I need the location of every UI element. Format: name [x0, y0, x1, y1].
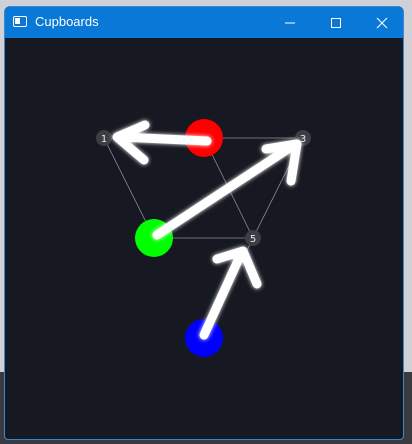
- graph-edges: [103, 137, 304, 339]
- svg-text:1: 1: [101, 134, 107, 145]
- minimize-icon: [285, 22, 295, 24]
- node-5[interactable]: 5: [245, 230, 261, 246]
- close-icon: [376, 17, 388, 29]
- close-button[interactable]: [359, 7, 403, 38]
- maximize-button[interactable]: [313, 7, 359, 38]
- move-arrow-blue-to-5: [199, 246, 262, 340]
- move-arrow-green-to-3: [152, 139, 302, 240]
- game-canvas[interactable]: 1 3 5: [5, 38, 403, 439]
- title-bar[interactable]: Cupboards: [5, 7, 403, 38]
- window-title: Cupboards: [35, 14, 99, 29]
- minimize-button[interactable]: [267, 7, 313, 38]
- app-window: Cupboards 1 3 5: [4, 6, 404, 440]
- app-window-icon: [13, 16, 27, 27]
- node-1[interactable]: 1: [96, 130, 112, 146]
- maximize-icon: [331, 18, 341, 28]
- svg-text:5: 5: [250, 234, 256, 245]
